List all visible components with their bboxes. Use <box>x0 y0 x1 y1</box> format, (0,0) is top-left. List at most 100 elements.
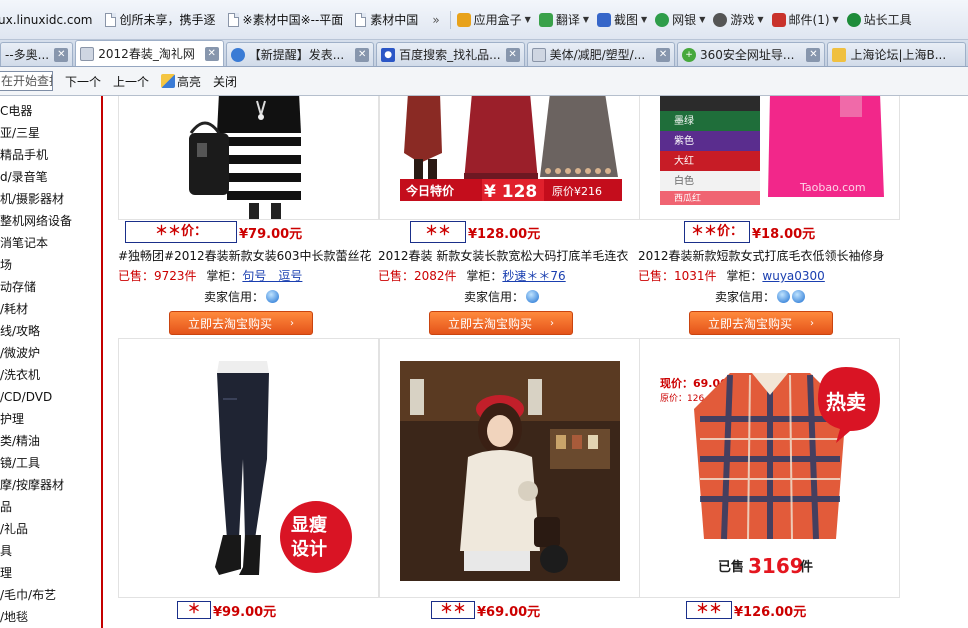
sidebar-category[interactable]: 线/攻略 <box>0 320 101 342</box>
swatch-label: 紫色 <box>674 134 694 147</box>
price-value: ¥18.00元 <box>752 226 816 242</box>
product-image-4[interactable]: 显瘦 设计 <box>118 338 379 598</box>
sidebar-category[interactable]: /礼品 <box>0 518 101 540</box>
highlight-button[interactable]: 高亮 <box>161 73 201 90</box>
find-input[interactable]: 在开始查找 <box>0 71 53 91</box>
bookmark-item[interactable]: ※素材中国※--平面 <box>222 8 350 32</box>
shop-link[interactable]: 句号 逗号 <box>242 269 302 283</box>
tab-6[interactable]: +360安全网址导... ✕ <box>677 42 826 66</box>
price-label: ＊＊价： <box>177 601 211 619</box>
price-row: ＊＊价： ¥79.00元 <box>125 221 303 243</box>
tool-game[interactable]: 游戏 ▼ <box>709 8 767 32</box>
webmaster-icon <box>846 12 861 27</box>
sidebar-category[interactable]: 机/摄影器材 <box>0 188 101 210</box>
find-next-button[interactable]: 下一个 <box>65 73 101 90</box>
sold-label: 已售： <box>378 269 415 283</box>
tool-label: 游戏 <box>730 13 755 27</box>
buy-on-taobao-button[interactable]: 立即去淘宝购买 › <box>169 311 313 335</box>
tab-4[interactable]: ● 百度搜索_找礼品... ✕ <box>376 42 525 66</box>
dropdown-icon: ▼ <box>699 15 706 24</box>
price-value: ¥79.00元 <box>239 226 303 242</box>
sold-info: 已售：9723件 掌柜：句号 逗号 <box>118 267 302 284</box>
tool-label: 翻译 <box>555 13 580 27</box>
shop-link[interactable]: wuya0300 <box>762 269 824 283</box>
tab-label: --多奥... <box>5 48 50 62</box>
sidebar-category[interactable]: 动存储 <box>0 276 101 298</box>
highlight-label: 高亮 <box>177 74 202 89</box>
orig-price-text: 原价：126 <box>660 393 704 404</box>
bookmarks-more-icon[interactable]: » <box>424 13 447 27</box>
product-title[interactable]: 2012春装新款短款女式打底毛衣低领长袖修身 <box>638 247 900 264</box>
sidebar-category[interactable]: /毛巾/布艺 <box>0 584 101 606</box>
sidebar-category[interactable]: 摩/按摩器材 <box>0 474 101 496</box>
close-icon[interactable]: ✕ <box>656 47 671 62</box>
close-icon[interactable]: ✕ <box>204 46 219 61</box>
sidebar-category[interactable]: 消笔记本 <box>0 232 101 254</box>
tab-2[interactable]: 2012春装_淘礼网 ✕ <box>75 40 224 66</box>
sidebar-category[interactable]: 具 <box>0 540 101 562</box>
tab-7[interactable]: 上海论坛|上海B... <box>827 42 967 66</box>
bookmark-url-label: ux.linuxidc.com <box>0 12 93 27</box>
sidebar-category[interactable]: /洗衣机 <box>0 364 101 386</box>
product-image-2[interactable]: 今日特价 ¥ 128 原价¥216 <box>379 96 640 220</box>
tool-screenshot[interactable]: 截图 ▼ <box>593 8 651 32</box>
toolbar-divider <box>449 10 451 29</box>
price-label: ＊＊价： <box>684 221 750 243</box>
sidebar-category[interactable]: 护理 <box>0 408 101 430</box>
sold-label: 已售： <box>118 269 155 283</box>
page-icon <box>531 47 546 62</box>
sidebar-category[interactable]: /地毯 <box>0 606 101 628</box>
close-icon[interactable]: ✕ <box>54 47 69 62</box>
sidebar-category[interactable]: 整机网络设备 <box>0 210 101 232</box>
product-image-3[interactable]: 墨绿 紫色 大红 白色 西瓜红 Taobao.com <box>639 96 900 220</box>
sidebar-category[interactable]: C电器 <box>0 100 101 122</box>
tool-netbank[interactable]: 网银 ▼ <box>651 8 709 32</box>
product-image-6[interactable]: 现价：69.00 原价：126 热卖 已售 3169 件 <box>639 338 900 598</box>
tab-1[interactable]: --多奥... ✕ <box>0 42 74 66</box>
sidebar-category[interactable]: 精品手机 <box>0 144 101 166</box>
sidebar-category[interactable]: /CD/DVD <box>0 386 101 408</box>
bookmark-label: 素材中国 <box>370 13 419 27</box>
buy-on-taobao-button[interactable]: 立即去淘宝购买 › <box>689 311 833 335</box>
forum-icon <box>832 47 847 62</box>
tool-mail[interactable]: 邮件(1) ▼ <box>768 8 843 32</box>
find-close-button[interactable]: 关闭 <box>213 73 237 90</box>
tool-app-box[interactable]: 应用盒子 ▼ <box>453 8 535 32</box>
sidebar-category[interactable]: 理 <box>0 562 101 584</box>
close-icon[interactable]: ✕ <box>355 47 370 62</box>
sold-prefix: 已售 <box>718 559 744 575</box>
sidebar-category[interactable]: 镜/工具 <box>0 452 101 474</box>
buy-on-taobao-button[interactable]: 立即去淘宝购买 › <box>429 311 573 335</box>
close-icon[interactable]: ✕ <box>806 47 821 62</box>
seller-credit: 卖家信用： <box>464 288 540 305</box>
bookmark-item[interactable]: 创所未享，携手逐 <box>99 8 222 32</box>
product-image-5[interactable] <box>379 338 640 598</box>
sidebar-category[interactable]: 场 <box>0 254 101 276</box>
tab-3[interactable]: 【新提醒】发表... ✕ <box>225 42 375 66</box>
baidu-paw-icon: ● <box>381 47 396 62</box>
tool-webmaster[interactable]: 站长工具 <box>843 8 916 32</box>
sidebar-category[interactable]: d/录音笔 <box>0 166 101 188</box>
sidebar-category[interactable]: 类/精油 <box>0 430 101 452</box>
credit-label: 卖家信用： <box>464 290 525 304</box>
product-image-1[interactable] <box>118 96 379 220</box>
hot-badge: 热卖 <box>826 390 866 414</box>
sidebar-category[interactable]: 亚/三星 <box>0 122 101 144</box>
app-box-icon <box>456 12 471 27</box>
sidebar-category[interactable]: /耗材 <box>0 298 101 320</box>
price-row: ＊＊价： ¥69.00元 <box>431 600 540 620</box>
sidebar-category[interactable]: /微波炉 <box>0 342 101 364</box>
price-value: ¥99.00元 <box>213 604 277 620</box>
tab-5[interactable]: 美体/减肥/塑型/... ✕ <box>526 42 676 66</box>
tool-translate[interactable]: 翻译 ▼ <box>535 8 593 32</box>
close-icon[interactable]: ✕ <box>505 47 520 62</box>
find-prev-button[interactable]: 上一个 <box>113 73 149 90</box>
shop-link[interactable]: 秒速＊＊76 <box>502 269 565 283</box>
product-title[interactable]: #独畅团#2012春装新款女装603中长款蕾丝花 <box>118 247 373 264</box>
product-photo: 显瘦 设计 <box>119 339 378 597</box>
product-title[interactable]: 2012春装 新款女装长款宽松大码打底羊毛连衣 <box>378 247 636 264</box>
sidebar-category[interactable]: 品 <box>0 496 101 518</box>
dropdown-icon: ▼ <box>524 15 531 24</box>
bookmark-item[interactable]: 素材中国 <box>349 8 424 32</box>
bookmark-url[interactable]: ux.linuxidc.com <box>0 8 99 32</box>
